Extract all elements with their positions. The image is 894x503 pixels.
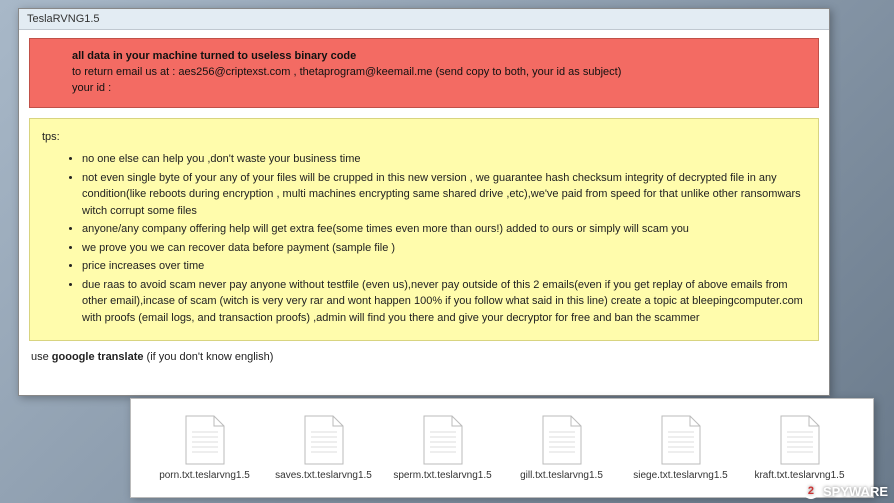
file-name: gill.txt.teslarvng1.5 xyxy=(520,470,603,482)
alert-headline: all data in your machine turned to usele… xyxy=(72,50,356,62)
watermark: 2 SPYWARE xyxy=(803,483,888,499)
tips-item: price increases over time xyxy=(82,258,806,275)
tips-list: no one else can help you ,don't waste yo… xyxy=(42,151,806,326)
file-icon xyxy=(182,414,228,466)
file-name: porn.txt.teslarvng1.5 xyxy=(159,470,250,482)
tips-item: we prove you we can recover data before … xyxy=(82,240,806,257)
translate-note: use gooogle translate (if you don't know… xyxy=(31,351,817,363)
alert-line3: your id : xyxy=(72,82,111,94)
file-name: saves.txt.teslarvng1.5 xyxy=(275,470,372,482)
tips-item: anyone/any company offering help will ge… xyxy=(82,221,806,238)
file-name: kraft.txt.teslarvng1.5 xyxy=(754,470,844,482)
window-content[interactable]: all data in your machine turned to usele… xyxy=(19,30,829,395)
file-name: sperm.txt.teslarvng1.5 xyxy=(393,470,491,482)
tips-panel: tps: no one else can help you ,don't was… xyxy=(29,118,819,342)
ransom-note-window: TeslaRVNG1.5 all data in your machine tu… xyxy=(18,8,830,396)
tips-item: due raas to avoid scam never pay anyone … xyxy=(82,277,806,327)
file-item[interactable]: sperm.txt.teslarvng1.5 xyxy=(393,414,493,482)
file-icon xyxy=(301,414,347,466)
window-title: TeslaRVNG1.5 xyxy=(27,13,100,25)
translate-bold: gooogle translate xyxy=(52,351,144,363)
translate-suffix: (if you don't know english) xyxy=(143,351,273,363)
tips-label: tps: xyxy=(42,129,806,146)
file-item[interactable]: gill.txt.teslarvng1.5 xyxy=(512,414,612,482)
tips-item: not even single byte of your any of your… xyxy=(82,170,806,220)
translate-prefix: use xyxy=(31,351,52,363)
file-icon xyxy=(777,414,823,466)
alert-banner: all data in your machine turned to usele… xyxy=(29,38,819,108)
file-item[interactable]: kraft.txt.teslarvng1.5 xyxy=(750,414,850,482)
encrypted-files-panel: porn.txt.teslarvng1.5 saves.txt.teslarvn… xyxy=(130,398,874,498)
watermark-text: SPYWARE xyxy=(823,484,888,499)
window-titlebar: TeslaRVNG1.5 xyxy=(19,9,829,30)
file-name: siege.txt.teslarvng1.5 xyxy=(633,470,728,482)
file-item[interactable]: saves.txt.teslarvng1.5 xyxy=(274,414,374,482)
file-icon xyxy=(658,414,704,466)
file-icon xyxy=(420,414,466,466)
file-item[interactable]: siege.txt.teslarvng1.5 xyxy=(631,414,731,482)
file-item[interactable]: porn.txt.teslarvng1.5 xyxy=(155,414,255,482)
watermark-number: 2 xyxy=(803,483,819,499)
alert-line2: to return email us at : aes256@criptexst… xyxy=(72,66,621,78)
tips-item: no one else can help you ,don't waste yo… xyxy=(82,151,806,168)
file-icon xyxy=(539,414,585,466)
